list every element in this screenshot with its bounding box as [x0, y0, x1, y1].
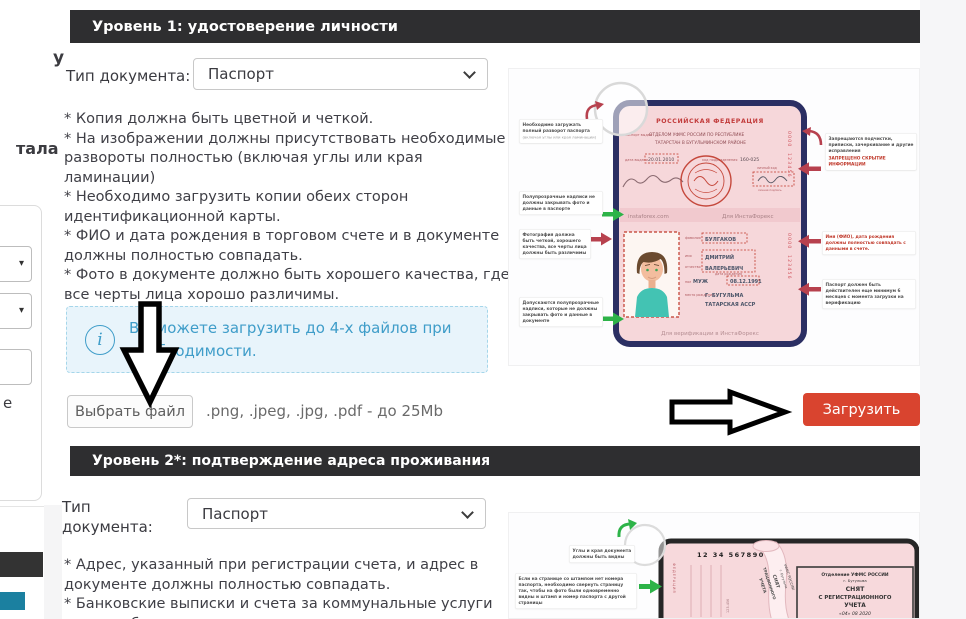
level1-header: Уровень 1: удостоверение личности [70, 10, 920, 43]
callout-note: Необходимо загружать полный разворот пас… [519, 119, 603, 168]
page-background-strip [920, 0, 966, 619]
svg-text:Г. БУГУЛЬМА: Г. БУГУЛЬМА [705, 293, 743, 299]
callout-note: Допускаются полупрозрачные надписи, кото… [519, 297, 603, 357]
passport-sample-image: instaforex.com Для ИнстаФорекс РОССИЙСКА… [508, 68, 920, 366]
doc-type-select[interactable]: Паспорт [193, 58, 488, 90]
svg-text:МУЖ: МУЖ [693, 279, 709, 285]
passport-footer: Для верификации в ИнстаФорекс [661, 331, 759, 337]
svg-text:БУЛГАКОВ: БУЛГАКОВ [705, 237, 736, 243]
rule-line: * ФИО и дата рождения в торговом счете и… [64, 227, 514, 266]
chevron-down-icon [461, 506, 474, 519]
sidebar-button-fragment[interactable] [0, 592, 25, 610]
passport-country: РОССИЙСКАЯ ФЕДЕРАЦИЯ [656, 116, 764, 125]
column-gutter [44, 505, 62, 619]
svg-text:ВАЛЕРЬЕВИЧ: ВАЛЕРЬЕВИЧ [705, 266, 743, 272]
svg-text:имя: имя [685, 254, 692, 258]
sidebar-select-fragment[interactable]: ▾ [0, 293, 32, 329]
issued-by-line2: ТАТАРСТАН В БУГУЛЬМИНСКОМ РАЙОНЕ [654, 139, 746, 146]
vertical-text: ФЕДЕРАЦИЯ [672, 563, 676, 594]
drawn-right-arrow-icon [664, 386, 794, 438]
svg-text:г. Бугульма: г. Бугульма [843, 578, 866, 583]
chevron-down-icon [463, 66, 476, 79]
doc-type-value: Паспорт [202, 505, 268, 523]
svg-text:СНЯТ: СНЯТ [846, 586, 865, 593]
upload-button[interactable]: Загрузить [803, 393, 920, 426]
sidebar-input-fragment[interactable] [0, 349, 32, 385]
callout-text: Паспорт должен быть действителен еще мин… [822, 279, 916, 309]
dropdown-caret-icon: ▾ [19, 259, 24, 269]
file-formats-hint: .png, .jpeg, .jpg, .pdf - до 25Mb [206, 402, 443, 420]
watermark-left: instaforex.com [628, 214, 669, 220]
svg-text:ДМИТРИЙ: ДМИТРИЙ [705, 253, 734, 261]
callout-text: Фотография должна быть четкой, хорошего … [519, 229, 591, 259]
callout-text: Полупрозрачные надписи не должны закрыва… [519, 191, 603, 215]
svg-text:08.12.1991: 08.12.1991 [730, 279, 762, 285]
callout-note: Запрещаются подчистки, приписки, зачерки… [825, 133, 917, 208]
field-label: личная подпись [758, 188, 782, 192]
doc-type-label: Тип документа: [62, 497, 174, 537]
vertical-number: 123-456 [726, 599, 730, 613]
svg-text:УЧЕТА: УЧЕТА [844, 603, 866, 609]
rule-line: * Копия должна быть цветной и четкой. [64, 110, 514, 130]
callout-warning: ЗАПРЕЩЕНО СКРЫТИЕ ИНФОРМАЦИИ [829, 156, 914, 168]
field-label: дата выдачи [625, 158, 648, 162]
svg-text:фамилия: фамилия [685, 236, 701, 240]
upload-label: Загрузить [823, 402, 901, 418]
issue-date: 20.01.2010 [648, 157, 674, 163]
doc-type-label: Тип документа: [66, 67, 190, 85]
svg-text:дата рождения: дата рождения [715, 272, 742, 276]
doc-type-value: Паспорт [208, 65, 274, 83]
doc-type-select[interactable]: Паспорт [187, 498, 486, 529]
info-icon: i [85, 325, 115, 355]
svg-text:123456: 123456 [786, 255, 792, 280]
svg-text:пол: пол [685, 280, 691, 284]
callout-note: Если на странице со штампом нет номера п… [515, 573, 637, 619]
address-sample-image: ФЕДЕРАЦИЯ 123-456 12 34 567890 УФМС РОСС… [508, 512, 920, 619]
callout-text: Запрещаются подчистки, приписки, зачерки… [829, 137, 914, 154]
callout-text: Имя (ФИО), дата рождения должны полность… [822, 231, 916, 255]
svg-text:отчество: отчество [685, 265, 701, 269]
issued-by-line1: ОТДЕЛОМ УФМС РОССИИ ПО РЕСПУБЛИКЕ [649, 132, 745, 138]
level1-rules: * Копия должна быть цветной и четкой.* Н… [64, 110, 514, 305]
callout-text: Углы и края документа должны быть видны [569, 545, 635, 563]
callout-text: Если на странице со штампом нет номера п… [515, 573, 637, 609]
passport-number: 12 34 567890 [697, 551, 765, 559]
dropdown-caret-icon: ▾ [19, 306, 24, 316]
svg-text:«04» 08 2020: «04» 08 2020 [839, 611, 871, 617]
rule-line: * Адрес, указанный при регистрации счета… [64, 556, 514, 595]
field-label: личный код [757, 166, 778, 170]
svg-text:123456: 123456 [786, 153, 792, 178]
rule-line: * На изображении должны присутствовать н… [64, 130, 514, 189]
rule-line: * Банковские выписки и счета за коммунал… [64, 595, 514, 619]
sidebar-header-fragment [0, 552, 43, 577]
svg-text:0000: 0000 [786, 233, 792, 250]
sidebar-select-fragment[interactable]: ▾ [0, 246, 32, 282]
verification-page: у тала ▾ ▾ е Уровень 1: удостоверение ли… [0, 0, 966, 619]
division-code: 160-025 [740, 157, 759, 163]
svg-text:ТАТАРСКАЯ АССР: ТАТАРСКАЯ АССР [705, 302, 756, 308]
svg-text:С РЕГИСТРАЦИОННОГО: С РЕГИСТРАЦИОННОГО [819, 595, 892, 601]
drawn-down-arrow-icon [118, 298, 188, 408]
sidebar-cut-text: тала [16, 139, 59, 158]
callout-note: Фотография должна быть четкой, хорошего … [519, 229, 591, 289]
callout-text: Необходимо загружать полный разворот пас… [523, 123, 590, 134]
rule-line: * Необходимо загрузить копии обеих сторо… [64, 188, 514, 227]
sidebar-cut-text: у [53, 48, 64, 68]
svg-text:0000: 0000 [786, 131, 792, 148]
level2-rules: * Адрес, указанный при регистрации счета… [64, 556, 514, 619]
callout-note: Имя (ФИО), дата рождения должны полность… [822, 231, 916, 279]
callout-note: Паспорт должен быть действителен еще мин… [822, 279, 916, 339]
level2-header: Уровень 2*: подтверждение адреса прожива… [70, 446, 920, 476]
page-roll [753, 541, 779, 552]
watermark-right: Для ИнстаФорекс [722, 214, 774, 220]
callout-subtext: (включая углы или края ламинации) [523, 135, 600, 140]
callout-text: Допускаются полупрозрачные надписи, кото… [519, 297, 603, 327]
sidebar-cut-text: е [3, 394, 12, 412]
